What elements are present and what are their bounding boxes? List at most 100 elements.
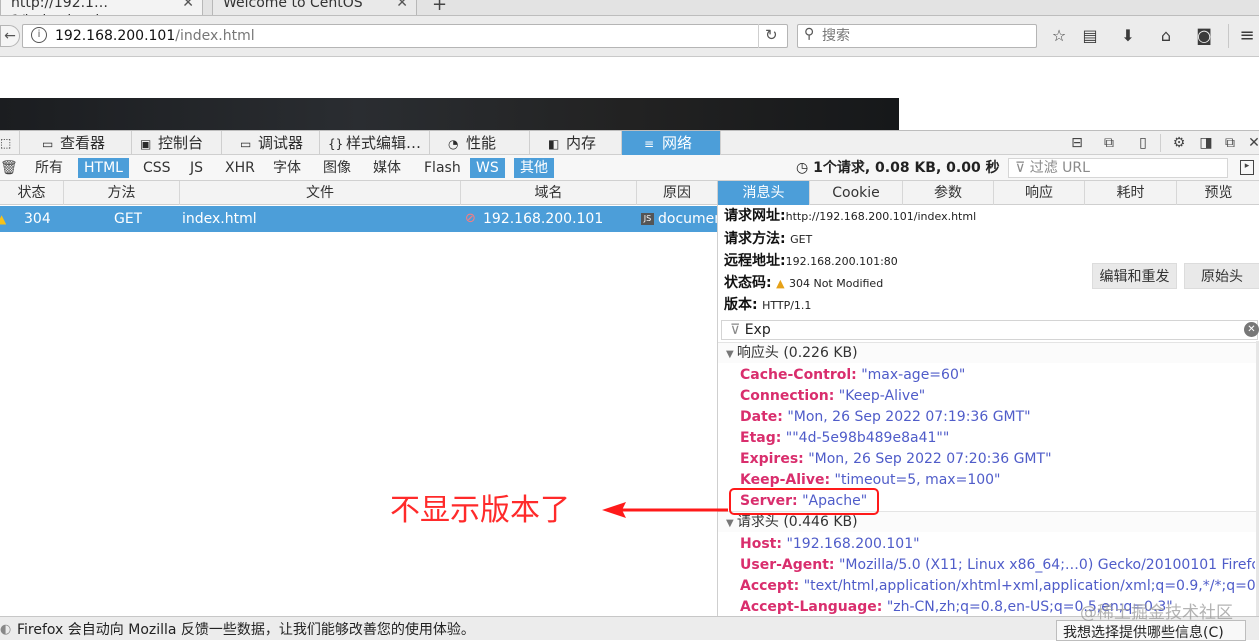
tab-console[interactable]: ▣ 控制台 (132, 131, 222, 155)
filter-css[interactable]: CSS (137, 158, 177, 178)
filter-url-input[interactable]: ⊽ 过滤 URL (1008, 158, 1228, 178)
tab-headers[interactable]: 消息头 (718, 181, 810, 205)
memory-icon: ◧ (548, 137, 560, 151)
raw-headers-button[interactable]: 原始头 (1184, 263, 1259, 289)
annotation-arrow (602, 502, 728, 518)
back-button[interactable]: ← (0, 25, 20, 47)
search-input[interactable]: ⚲ 搜索 (797, 24, 1037, 48)
undock-icon[interactable]: ⧉ (1220, 134, 1240, 152)
pick-element-icon[interactable]: ⬚ (0, 131, 20, 155)
toggle-sidebar-icon[interactable]: ▸ (1240, 160, 1254, 175)
info-icon[interactable]: i (31, 27, 47, 43)
bookmark-star-icon[interactable]: ☆ (1048, 26, 1070, 46)
header-filter-input[interactable]: ⊽ Exp (721, 320, 1258, 340)
search-placeholder: 搜索 (822, 28, 850, 44)
reload-icon[interactable]: ↻ (765, 26, 778, 44)
reading-list-icon[interactable]: ▤ (1079, 26, 1101, 46)
browser-tab[interactable]: Welcome to CentOS ✕ (212, 0, 417, 15)
gear-icon[interactable]: ⚙ (1169, 134, 1189, 152)
col-file[interactable]: 文件 (180, 181, 461, 205)
page-banner-image (0, 98, 899, 130)
filter-media[interactable]: 媒体 (367, 158, 407, 178)
console-icon: ▣ (140, 137, 152, 151)
tab-cookies[interactable]: Cookie (810, 181, 903, 205)
devtools-toolbar: ⬚ ▭ 查看器 ▣ 控制台 ▭ 调试器 {} 样式编辑… ◔ 性能 ◧ 内存 ≡ 网络 ⊟ ⧉… (0, 130, 1259, 155)
request-method-line: 请求方法: GET (724, 231, 813, 247)
filter-html[interactable]: HTML (78, 158, 129, 178)
browser-tab-strip: http://192.1…1/index.html ✕ Welcome to C… (0, 0, 1259, 16)
info-icon: ◐ (0, 622, 12, 637)
tab-title: http://192.1…1/index.html (11, 0, 108, 15)
header-row: Date: "Mon, 26 Sep 2022 07:19:36 GMT" (740, 409, 1031, 425)
tab-title: Welcome to CentOS (223, 0, 363, 11)
header-row: Connection: "Keep-Alive" (740, 388, 926, 404)
header-row: Keep-Alive: "timeout=5, max=100" (740, 472, 1001, 488)
filter-other[interactable]: 其他 (514, 158, 554, 178)
request-file: index.html (182, 211, 257, 227)
tab-response[interactable]: 响应 (994, 181, 1085, 205)
responsive-design-icon[interactable]: ▯ (1133, 134, 1153, 152)
url-bar[interactable]: i 192.168.200.101/index.html ↻ (22, 24, 788, 48)
clear-filter-icon[interactable]: ✕ (1244, 322, 1259, 337)
pocket-icon[interactable]: ◙ (1193, 26, 1215, 46)
col-method[interactable]: 方法 (64, 181, 180, 205)
home-icon[interactable]: ⌂ (1155, 26, 1177, 46)
navigation-bar: ← i 192.168.200.101/index.html ↻ ⚲ 搜索 ☆ … (0, 16, 1259, 57)
tab-style-editor[interactable]: {} 样式编辑… (320, 131, 430, 155)
request-url-line: 请求网址:http://192.168.200.101/index.html (724, 208, 977, 224)
trash-icon[interactable]: 🗑 (0, 158, 18, 178)
tab-performance[interactable]: ◔ 性能 (430, 131, 530, 155)
edit-resend-button[interactable]: 编辑和重发 (1092, 263, 1177, 289)
new-tab-button[interactable]: + (432, 0, 447, 15)
tab-inspector[interactable]: ▭ 查看器 (20, 131, 132, 155)
tab-preview[interactable]: 预览 (1177, 181, 1259, 205)
close-icon[interactable]: ✕ (1244, 134, 1259, 152)
tab-network[interactable]: ≡ 网络 (622, 131, 721, 155)
inspector-icon: ▭ (42, 137, 54, 151)
browser-tab-active[interactable]: http://192.1…1/index.html ✕ (0, 0, 203, 15)
notification-text: Firefox 会自动向 Mozilla 反馈一些数据，让我们能够改善您的使用体… (17, 622, 475, 638)
tab-timings[interactable]: 耗时 (1085, 181, 1177, 205)
table-row[interactable]: ▲ 304 GET index.html ⊘ 192.168.200.101 J… (0, 206, 717, 232)
remote-address-line: 远程地址:192.168.200.101:80 (724, 253, 898, 269)
frame-select-icon[interactable]: ⧉ (1099, 134, 1119, 152)
filter-xhr[interactable]: XHR (219, 158, 261, 178)
request-summary: ◷ 1个请求, 0.08 KB, 0.00 秒 (796, 160, 1000, 176)
network-filter-row: 🗑 所有 HTML CSS JS XHR 字体 图像 媒体 Flash WS 其… (0, 155, 1259, 181)
col-status[interactable]: 状态 (0, 181, 64, 205)
filter-all[interactable]: 所有 (29, 158, 69, 178)
filter-js[interactable]: JS (184, 158, 209, 178)
search-icon: ⚲ (804, 26, 815, 42)
tab-params[interactable]: 参数 (903, 181, 994, 205)
response-headers-section[interactable]: ▼ 响应头 (0.226 KB) (718, 342, 1256, 363)
filter-icon: ⊽ (730, 322, 745, 338)
request-cause: document (658, 211, 717, 227)
choose-data-button[interactable]: 我想选择提供哪些信息(C) (1056, 620, 1246, 641)
close-tab-icon[interactable]: ✕ (396, 0, 408, 12)
col-cause[interactable]: 原因 (637, 181, 717, 205)
details-tabs: 消息头 Cookie 参数 响应 耗时 预览 (718, 181, 1259, 205)
network-icon: ≡ (644, 137, 655, 151)
dock-side-icon[interactable]: ◨ (1196, 134, 1216, 152)
filter-fonts[interactable]: 字体 (267, 158, 307, 178)
filter-images[interactable]: 图像 (317, 158, 357, 178)
request-method: GET (114, 211, 143, 227)
url-text: 192.168.200.101/index.html (55, 28, 255, 44)
tab-debugger[interactable]: ▭ 调试器 (222, 131, 320, 155)
tab-memory[interactable]: ◧ 内存 (530, 131, 622, 155)
header-row: Accept: "text/html,application/xhtml+xml… (740, 578, 1255, 594)
download-icon[interactable]: ⬇ (1117, 26, 1139, 46)
request-details-panel: 消息头 Cookie 参数 响应 耗时 预览 请求网址:http://192.1… (717, 181, 1259, 616)
close-tab-icon[interactable]: ✕ (182, 0, 194, 12)
request-domain: 192.168.200.101 (483, 211, 604, 227)
annotation-text: 不显示版本了 (390, 493, 570, 528)
warning-icon: ▲ (0, 212, 7, 226)
split-console-icon[interactable]: ⊟ (1067, 134, 1087, 152)
version-line: 版本: HTTP/1.1 (724, 297, 812, 313)
filter-ws[interactable]: WS (470, 158, 505, 178)
col-domain[interactable]: 域名 (461, 181, 637, 205)
filter-flash[interactable]: Flash (418, 158, 467, 178)
menu-icon[interactable]: ≡ (1236, 26, 1258, 46)
header-row: Expires: "Mon, 26 Sep 2022 07:20:36 GMT" (740, 451, 1052, 467)
warning-icon: ▲ (776, 277, 785, 290)
